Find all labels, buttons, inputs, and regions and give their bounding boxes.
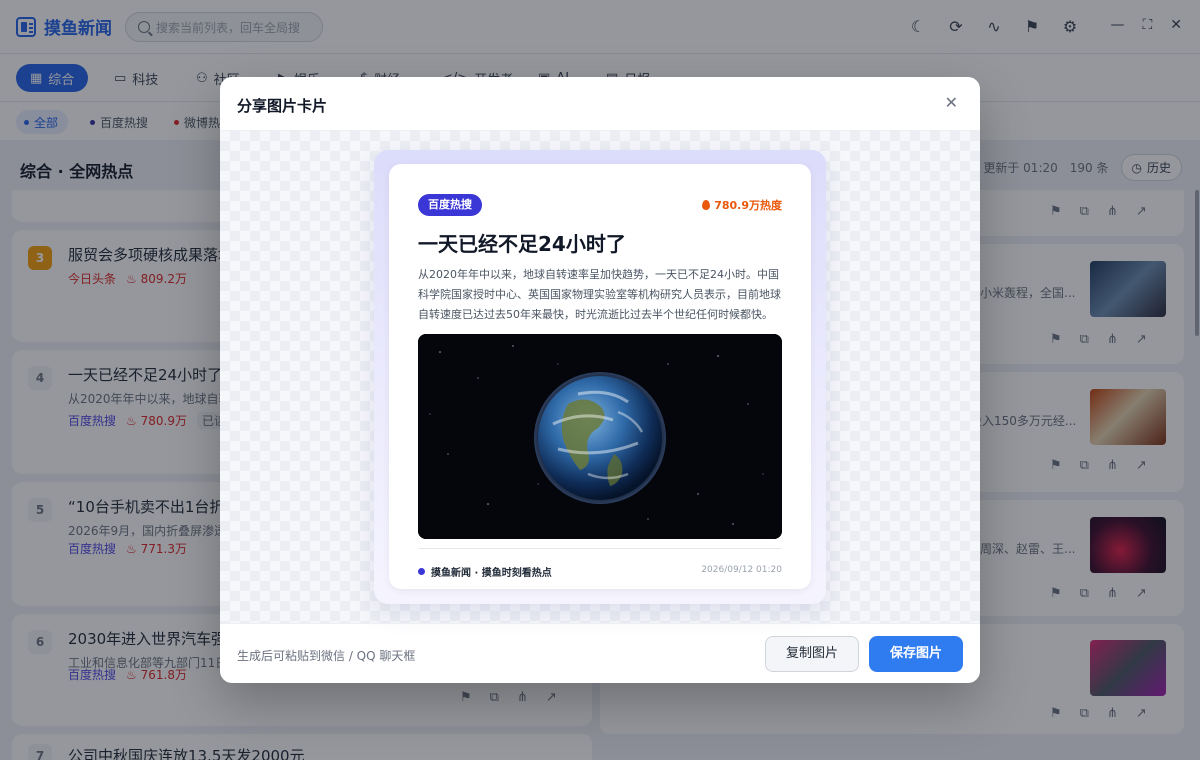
close-icon[interactable]: ✕ bbox=[945, 93, 958, 112]
card-divider bbox=[418, 548, 782, 549]
brand-dot bbox=[418, 568, 425, 575]
footer-hint: 生成后可粘贴到微信 / QQ 聊天框 bbox=[237, 649, 416, 663]
flame-icon bbox=[702, 200, 711, 210]
share-card: 百度热搜 780.9万热度 一天已经不足24小时了 从2020年年中以来，地球自… bbox=[389, 164, 811, 589]
card-title: 一天已经不足24小时了 bbox=[418, 232, 626, 256]
dialog-header: 分享图片卡片 ✕ bbox=[220, 77, 980, 131]
share-card-frame: 百度热搜 780.9万热度 一天已经不足24小时了 从2020年年中以来，地球自… bbox=[374, 150, 826, 604]
share-image-dialog: 分享图片卡片 ✕ 百度热搜 780.9万热度 一天已经不足24小时了 从2020… bbox=[220, 77, 980, 683]
dialog-footer: 生成后可粘贴到微信 / QQ 聊天框 复制图片 保存图片 bbox=[220, 623, 980, 683]
copy-image-button[interactable]: 复制图片 bbox=[765, 636, 859, 672]
card-body: 从2020年年中以来，地球自转速率呈加快趋势，一天已不足24小时。中国科学院国家… bbox=[418, 268, 781, 321]
earth-image bbox=[418, 334, 782, 539]
heat-indicator: 780.9万热度 bbox=[702, 197, 782, 213]
earth-illustration bbox=[418, 334, 782, 539]
card-date: 2026/09/12 01:20 bbox=[701, 565, 782, 575]
card-brand: 摸鱼新闻 · 摸鱼时刻看热点 bbox=[418, 564, 552, 579]
brand-text: 摸鱼新闻 · 摸鱼时刻看热点 bbox=[431, 568, 552, 579]
card-preview-area: 百度热搜 780.9万热度 一天已经不足24小时了 从2020年年中以来，地球自… bbox=[220, 131, 980, 623]
save-image-button[interactable]: 保存图片 bbox=[869, 636, 963, 672]
source-tag: 百度热搜 bbox=[418, 194, 482, 216]
heat-text: 780.9万热度 bbox=[714, 199, 782, 212]
dialog-title: 分享图片卡片 bbox=[237, 97, 328, 115]
